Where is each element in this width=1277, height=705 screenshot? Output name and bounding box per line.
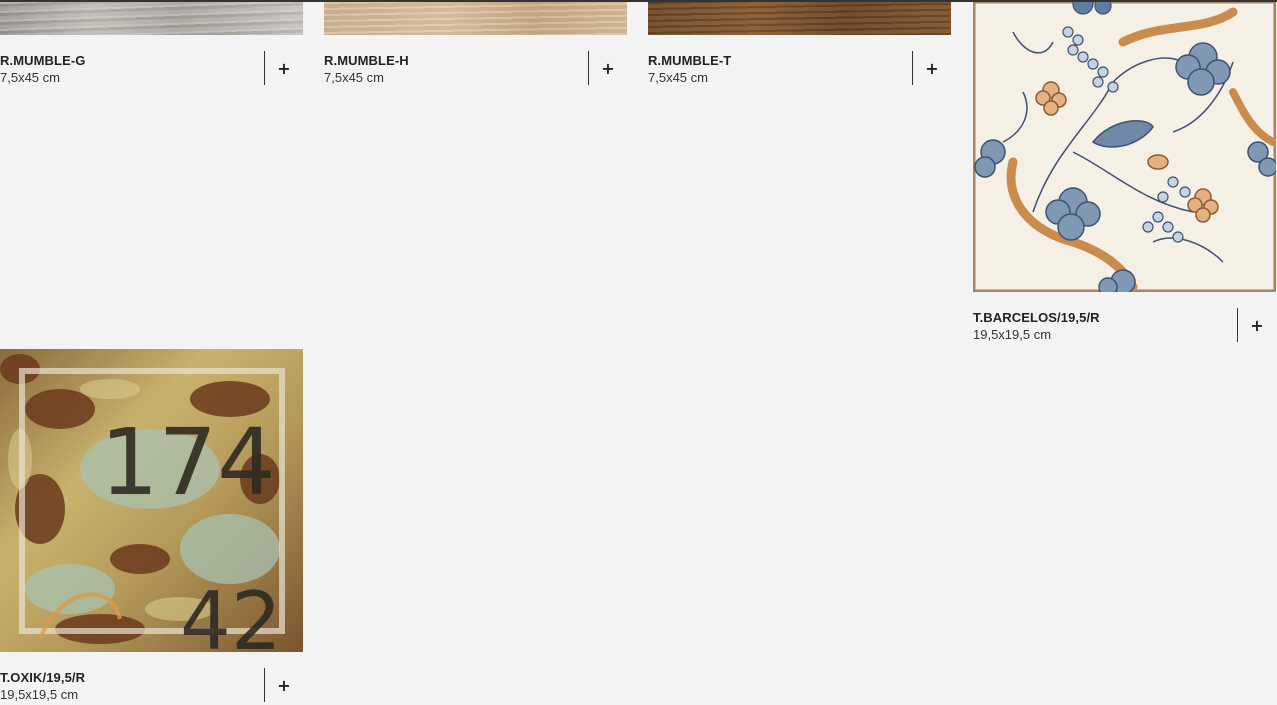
product-name[interactable]: T.BARCELOS/19,5/R <box>973 310 1100 325</box>
divider <box>264 668 265 702</box>
add-button[interactable]: + <box>918 57 946 81</box>
svg-text:42: 42 <box>180 575 282 652</box>
product-card[interactable]: 174 42 T.OXIK/19,5/R 19,5x19,5 cm + <box>0 349 303 704</box>
product-card[interactable]: R.MUMBLE-G 7,5x45 cm + <box>0 2 303 87</box>
product-info: R.MUMBLE-T 7,5x45 cm + <box>648 51 951 87</box>
add-button[interactable]: + <box>1243 314 1271 338</box>
divider <box>912 51 913 85</box>
product-card[interactable]: R.MUMBLE-T 7,5x45 cm + <box>648 2 951 87</box>
product-card[interactable]: T.BARCELOS/19,5/R 19,5x19,5 cm + <box>973 2 1276 344</box>
product-grid: R.MUMBLE-G 7,5x45 cm + R.MUMBLE-H 7,5x45… <box>0 0 1277 705</box>
product-info: R.MUMBLE-G 7,5x45 cm + <box>0 51 303 87</box>
product-card[interactable]: R.MUMBLE-H 7,5x45 cm + <box>324 2 627 87</box>
divider <box>264 51 265 85</box>
product-thumbnail-rust-tile[interactable]: 174 42 <box>0 349 303 652</box>
product-thumbnail-dark-wood[interactable] <box>648 2 951 35</box>
add-button[interactable]: + <box>270 674 298 698</box>
product-info: R.MUMBLE-H 7,5x45 cm + <box>324 51 627 87</box>
product-info: T.OXIK/19,5/R 19,5x19,5 cm + <box>0 668 303 704</box>
divider <box>588 51 589 85</box>
divider <box>1237 308 1238 342</box>
product-name[interactable]: R.MUMBLE-H <box>324 53 409 68</box>
product-size: 19,5x19,5 cm <box>973 327 1052 342</box>
product-size: 7,5x45 cm <box>648 70 708 85</box>
add-button[interactable]: + <box>270 57 298 81</box>
product-name[interactable]: R.MUMBLE-T <box>648 53 731 68</box>
floral-tile-image <box>973 2 1276 292</box>
svg-text:174: 174 <box>100 409 276 516</box>
add-button[interactable]: + <box>594 57 622 81</box>
rust-tile-image: 174 42 <box>0 349 303 652</box>
product-thumbnail-floral-tile[interactable] <box>973 2 1276 292</box>
product-thumbnail-light-wood[interactable] <box>324 2 627 35</box>
product-info: T.BARCELOS/19,5/R 19,5x19,5 cm + <box>973 308 1276 344</box>
product-name[interactable]: T.OXIK/19,5/R <box>0 670 85 685</box>
product-thumbnail-grey-wood[interactable] <box>0 2 303 35</box>
product-name[interactable]: R.MUMBLE-G <box>0 53 86 68</box>
product-size: 7,5x45 cm <box>324 70 384 85</box>
product-size: 19,5x19,5 cm <box>0 687 79 702</box>
product-size: 7,5x45 cm <box>0 70 60 85</box>
